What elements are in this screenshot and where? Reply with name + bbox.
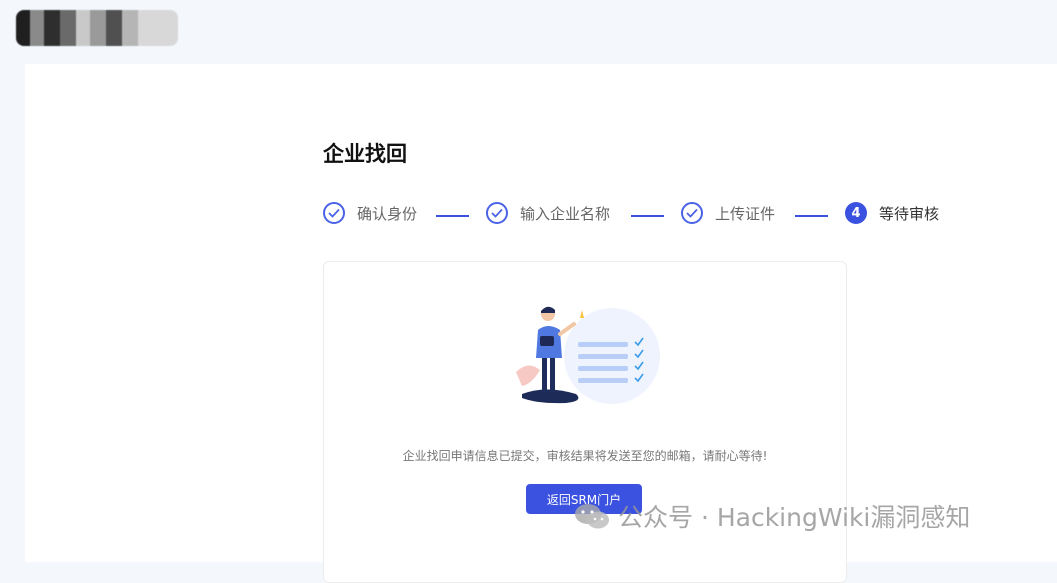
step-label: 上传证件 [715, 204, 776, 223]
submission-message: 企业找回申请信息已提交，审核结果将发送至您的邮箱，请耐心等待! [402, 449, 768, 463]
watermark: 公众号 · HackingWiki漏洞感知 [574, 498, 970, 534]
step-enter-company: 输入企业名称 [486, 202, 610, 224]
step-label: 输入企业名称 [520, 204, 611, 223]
step-label: 等待审核 [879, 204, 940, 223]
step-number: 4 [845, 202, 867, 224]
blurred-logo [16, 10, 178, 46]
wechat-icon [575, 504, 609, 529]
step-await-review: 4 等待审核 [845, 202, 939, 224]
result-card: 企业找回申请信息已提交，审核结果将发送至您的邮箱，请耐心等待! 返回SRM门户 [323, 261, 847, 583]
main-panel: 企业找回 确认身份 输入企业名称 上传证件 4 等待审核 企业找回申请信息已提交… [25, 64, 1057, 583]
step-connector [631, 215, 664, 217]
check-icon [323, 202, 345, 224]
submission-illustration [516, 306, 660, 404]
step-connector [795, 215, 828, 217]
step-upload-documents: 上传证件 [681, 202, 775, 224]
step-label: 确认身份 [357, 204, 418, 223]
step-confirm-identity: 确认身份 [323, 202, 417, 224]
check-icon [486, 202, 508, 224]
check-icon [681, 202, 703, 224]
watermark-text: 公众号 · HackingWiki漏洞感知 [618, 503, 971, 532]
step-connector [436, 215, 469, 217]
page-title: 企业找回 [323, 142, 407, 166]
